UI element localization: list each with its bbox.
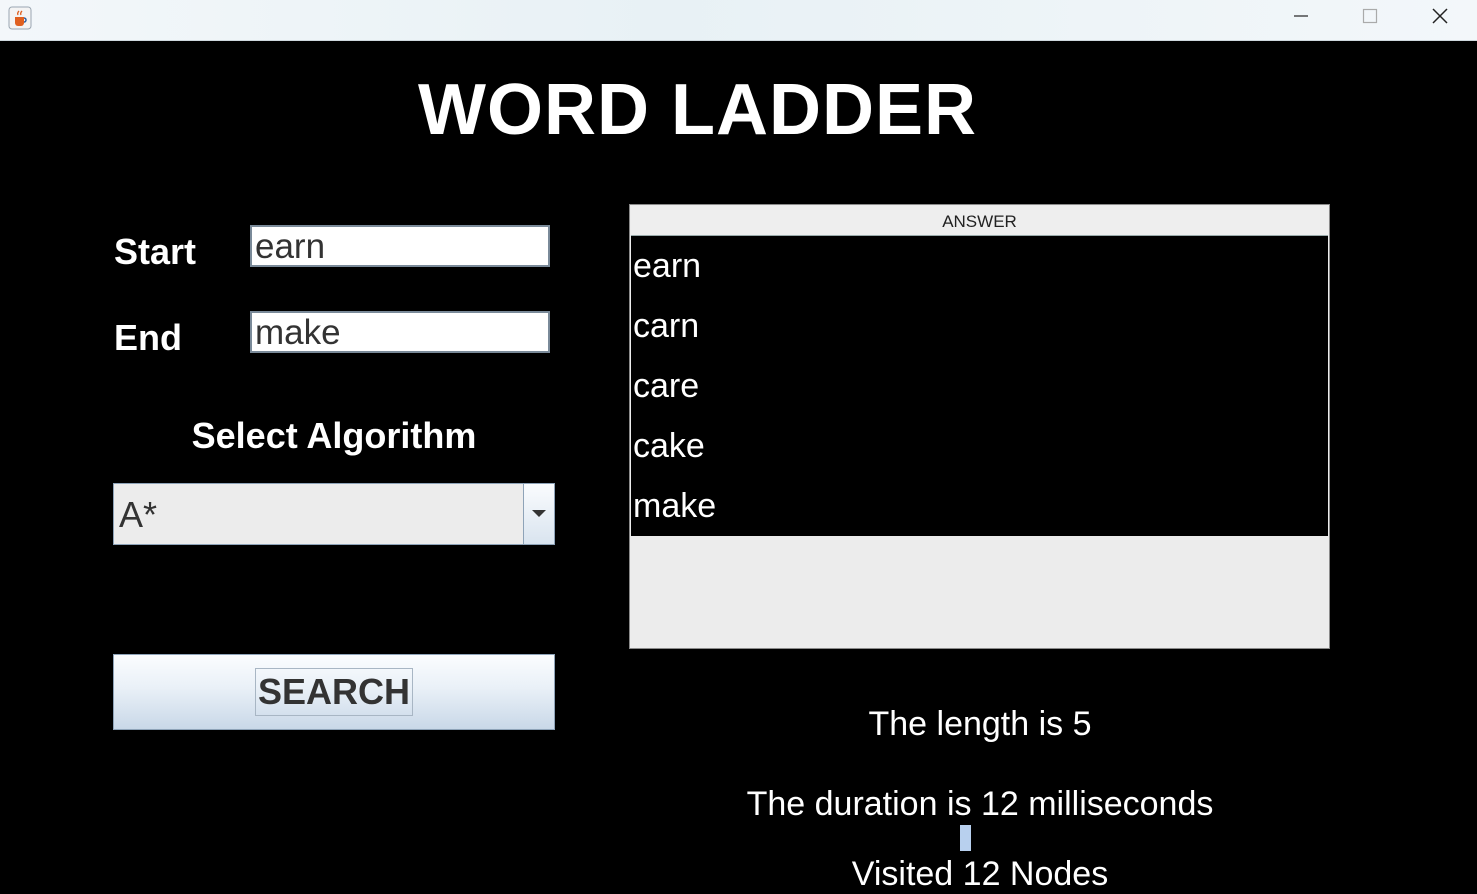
maximize-icon: [1362, 8, 1378, 29]
select-algorithm-label: Select Algorithm: [191, 415, 477, 456]
dropdown-arrow-button[interactable]: [523, 484, 554, 544]
window-titlebar: [0, 0, 1477, 41]
duration-text: The duration is 12 milliseconds: [746, 785, 1214, 823]
close-icon: [1431, 7, 1449, 30]
answer-table[interactable]: ANSWER earn carn care cake make: [629, 204, 1330, 649]
search-button[interactable]: SEARCH: [113, 654, 555, 730]
maximize-button[interactable]: [1336, 0, 1404, 36]
answer-row[interactable]: cake: [631, 416, 1328, 476]
answer-column-header[interactable]: ANSWER: [631, 206, 1328, 236]
answer-list: earn carn care cake make: [631, 236, 1328, 536]
minimize-button[interactable]: [1267, 0, 1335, 36]
start-label: Start: [114, 231, 197, 272]
algorithm-select[interactable]: A*: [113, 483, 555, 545]
minimize-icon: [1293, 8, 1309, 29]
end-word-input[interactable]: make: [250, 311, 550, 353]
chevron-down-icon: [532, 505, 546, 523]
answer-row[interactable]: earn: [631, 236, 1328, 296]
end-label: End: [114, 317, 182, 358]
visited-nodes-text: Visited 12 Nodes: [851, 855, 1109, 893]
path-length-text: The length is 5: [868, 705, 1092, 743]
close-button[interactable]: [1406, 0, 1474, 36]
answer-row[interactable]: care: [631, 356, 1328, 416]
answer-row[interactable]: make: [631, 476, 1328, 536]
search-button-label: SEARCH: [254, 668, 413, 716]
app-window-content: WORD LADDER Start earn End make Select A…: [0, 41, 1477, 893]
algorithm-selected-value: A*: [119, 494, 158, 535]
app-title: WORD LADDER: [418, 70, 977, 150]
java-cup-icon[interactable]: [8, 6, 32, 30]
start-word-input[interactable]: earn: [250, 225, 550, 267]
answer-row[interactable]: carn: [631, 296, 1328, 356]
text-caret: [960, 825, 971, 851]
